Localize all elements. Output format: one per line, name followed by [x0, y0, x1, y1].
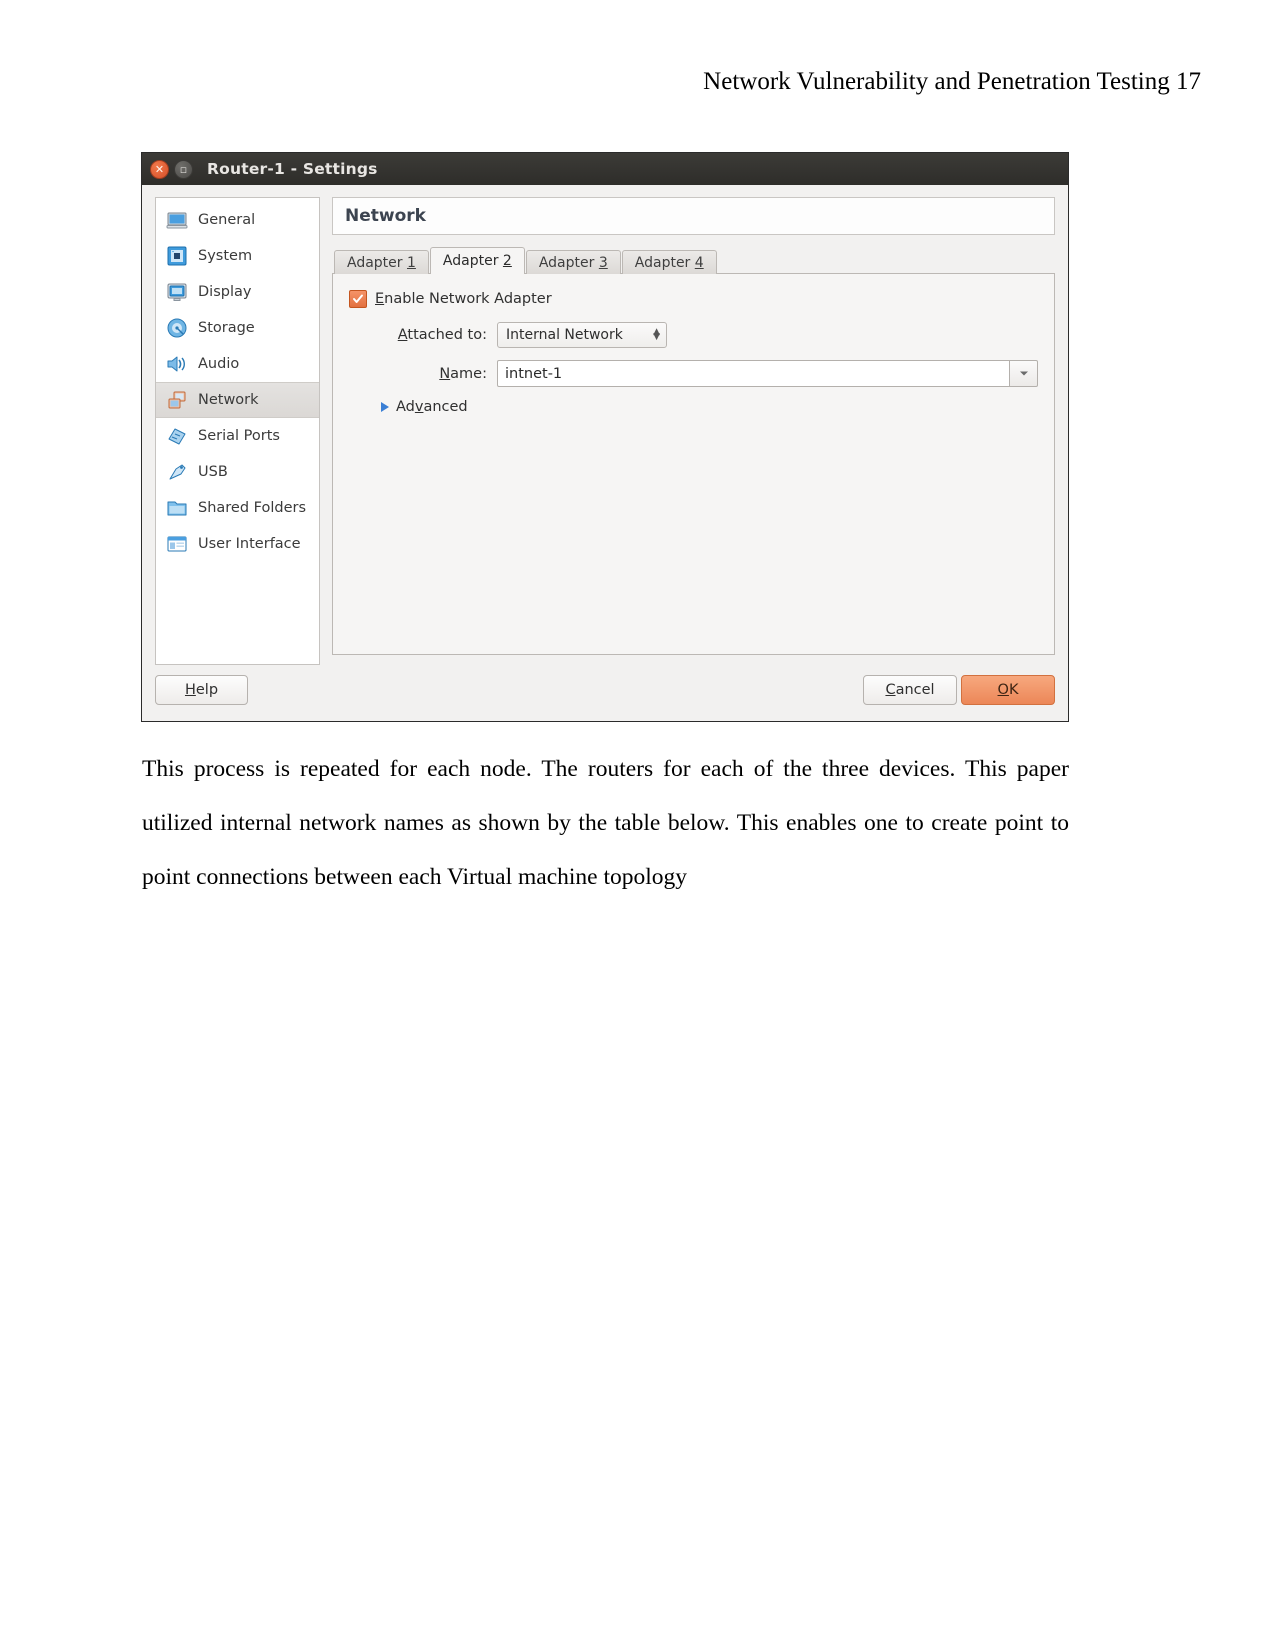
sidebar-item-label: Shared Folders	[198, 500, 307, 516]
display-icon	[167, 283, 187, 301]
dialog-titlebar: ✕ ▫ Router-1 - Settings	[142, 153, 1068, 185]
virtualbox-settings-dialog: ✕ ▫ Router-1 - Settings General System D…	[141, 152, 1069, 722]
enable-network-adapter-row[interactable]: Enable Network Adapter	[349, 290, 1038, 308]
folder-icon	[167, 501, 187, 516]
sidebar-item-general[interactable]: General	[156, 202, 319, 238]
attached-to-select[interactable]: Internal Network ▲ ▼	[497, 322, 667, 348]
sidebar-item-audio[interactable]: Audio	[156, 346, 319, 382]
sidebar-item-label: USB	[198, 464, 228, 480]
attached-to-row: Attached to: Internal Network ▲ ▼	[349, 322, 1038, 348]
adapter-tabs[interactable]: Adapter 1 Adapter 2 Adapter 3 Adapter 4	[332, 247, 1055, 274]
sidebar-item-serial-ports[interactable]: Serial Ports	[156, 418, 319, 454]
disk-icon	[167, 318, 187, 338]
ok-button[interactable]: OK	[961, 675, 1055, 705]
settings-sidebar[interactable]: General System Display Storage Audio Net…	[155, 197, 320, 665]
sidebar-item-label: Storage	[198, 320, 255, 336]
sidebar-item-label: System	[198, 248, 253, 264]
dialog-body: General System Display Storage Audio Net…	[142, 185, 1068, 721]
running-head: Network Vulnerability and Penetration Te…	[703, 68, 1201, 95]
monitor-icon	[166, 212, 188, 229]
dialog-button-bar: Help Cancel OK	[155, 675, 1055, 711]
checkbox-checked-icon[interactable]	[349, 290, 367, 308]
triangle-right-icon[interactable]	[381, 402, 389, 412]
chip-icon	[167, 246, 187, 266]
adapter-2-panel: Enable Network Adapter Attached to: Inte…	[332, 273, 1055, 655]
dialog-title: Router-1 - Settings	[207, 160, 378, 178]
speaker-icon	[167, 356, 185, 372]
sidebar-item-shared-folders[interactable]: Shared Folders	[156, 490, 319, 526]
name-row: Name: intnet-1	[349, 360, 1038, 387]
sidebar-item-label: Serial Ports	[198, 428, 280, 444]
attached-to-label: Attached to:	[397, 327, 487, 343]
close-icon[interactable]: ✕	[150, 159, 169, 179]
cancel-button[interactable]: Cancel	[863, 675, 957, 705]
advanced-disclosure[interactable]: Advanced	[349, 399, 1038, 415]
network-icon	[168, 391, 186, 409]
user-interface-icon	[167, 536, 187, 552]
sidebar-item-label: Network	[198, 392, 259, 408]
sidebar-item-label: Display	[198, 284, 252, 300]
sidebar-item-display[interactable]: Display	[156, 274, 319, 310]
sidebar-item-label: User Interface	[198, 536, 301, 552]
page-title: Network	[332, 197, 1055, 235]
attached-to-value: Internal Network	[506, 327, 623, 343]
serial-port-icon	[168, 428, 186, 445]
help-button[interactable]: Help	[155, 675, 248, 705]
document-page: Network Vulnerability and Penetration Te…	[0, 0, 1275, 1651]
sidebar-item-user-interface[interactable]: User Interface	[156, 526, 319, 562]
enable-network-adapter-label: Enable Network Adapter	[375, 291, 552, 307]
tab-adapter-4[interactable]: Adapter 4	[621, 250, 717, 274]
maximize-icon[interactable]: ▫	[174, 159, 193, 179]
tab-adapter-3[interactable]: Adapter 3	[525, 250, 621, 274]
sidebar-item-label: Audio	[198, 356, 240, 372]
name-label: Name:	[439, 365, 487, 382]
spinner-icon[interactable]: ▲ ▼	[653, 327, 660, 341]
tab-adapter-1[interactable]: Adapter 1	[334, 250, 429, 274]
body-paragraph: This process is repeated for each node. …	[142, 756, 1069, 890]
usb-icon	[169, 464, 186, 480]
advanced-label: Advanced	[396, 399, 468, 415]
sidebar-item-storage[interactable]: Storage	[156, 310, 319, 346]
chevron-down-icon[interactable]	[1010, 360, 1038, 387]
sidebar-item-label: General	[198, 212, 256, 228]
sidebar-item-usb[interactable]: USB	[156, 454, 319, 490]
tab-adapter-2[interactable]: Adapter 2	[429, 247, 525, 274]
name-input[interactable]: intnet-1	[497, 360, 1010, 387]
sidebar-item-system[interactable]: System	[156, 238, 319, 274]
sidebar-item-network[interactable]: Network	[156, 382, 319, 418]
settings-pane: Network Adapter 1 Adapter 2 Adapter 3 Ad…	[332, 197, 1055, 655]
